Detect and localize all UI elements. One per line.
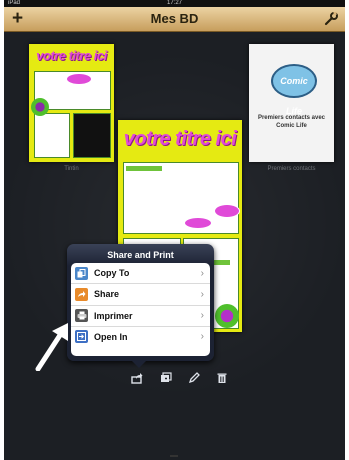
comic-caption: Premiers contacts — [267, 166, 316, 172]
flower-sticker — [31, 98, 49, 116]
comic-panel — [123, 162, 239, 234]
open-in-icon — [75, 330, 88, 344]
status-time: 17:27 — [166, 0, 182, 6]
white-arrow — [35, 323, 68, 371]
popover-pointer — [132, 361, 146, 368]
chevron-right-icon: › — [200, 288, 204, 300]
menu-item-share[interactable]: Share › — [71, 284, 210, 306]
menu-item-label: Share — [94, 289, 120, 300]
menu-item-label: Copy To — [94, 268, 130, 279]
comic-title: votre titre ici — [123, 128, 237, 150]
share-icon — [75, 287, 88, 301]
share-menu: Copy To › Share › Imprimer › Open In › — [71, 263, 210, 356]
chevron-right-icon: › — [200, 267, 204, 279]
copy-to-icon — [75, 266, 88, 280]
trash-icon[interactable] — [216, 372, 228, 384]
comic-panel — [34, 113, 70, 158]
ipad-screen: iPad 17:27 + Mes BD votre titre ici Tint… — [4, 0, 345, 460]
chevron-right-icon: › — [200, 310, 204, 322]
chevron-right-icon: › — [200, 331, 204, 343]
speech-bubble — [214, 204, 240, 218]
status-bar: iPad 17:27 — [4, 0, 345, 7]
share-print-popover: Share and Print Copy To › Share › Imprim… — [67, 244, 214, 368]
navigation-bar: + Mes BD — [4, 7, 345, 32]
menu-item-copy-to[interactable]: Copy To › — [71, 263, 210, 285]
menu-item-label: Imprimer — [94, 310, 133, 321]
share-icon[interactable] — [131, 372, 143, 384]
comic-life-logo: Comic Life — [271, 64, 317, 116]
comic-description: Premiers contacts avec Comic Life — [257, 115, 326, 129]
page-title: Mes BD — [150, 11, 199, 26]
comic-title: votre titre ici — [36, 48, 107, 63]
edit-pencil-icon[interactable] — [188, 372, 200, 384]
menu-item-open-in[interactable]: Open In › — [71, 327, 210, 347]
caption-bar — [126, 166, 162, 171]
duplicate-icon[interactable] — [160, 372, 172, 384]
menu-item-label: Open In — [94, 331, 128, 342]
page-indicator — [170, 455, 178, 457]
comic-thumbnail[interactable]: Comic Life Premiers contacts avec Comic … — [249, 44, 334, 162]
comics-library: votre titre ici Tintin votre titre ici C… — [4, 32, 345, 460]
comic-caption: Tintin — [64, 166, 79, 172]
printer-icon — [75, 309, 88, 323]
flower-sticker — [215, 304, 239, 328]
comic-toolbar — [4, 372, 345, 386]
speech-bubble — [67, 74, 91, 84]
wrench-icon[interactable] — [324, 12, 338, 26]
speech-bubble — [184, 217, 212, 229]
menu-item-imprimer[interactable]: Imprimer › — [71, 306, 210, 327]
comic-panel — [73, 113, 111, 158]
comic-thumbnail[interactable]: votre titre ici — [29, 44, 114, 162]
